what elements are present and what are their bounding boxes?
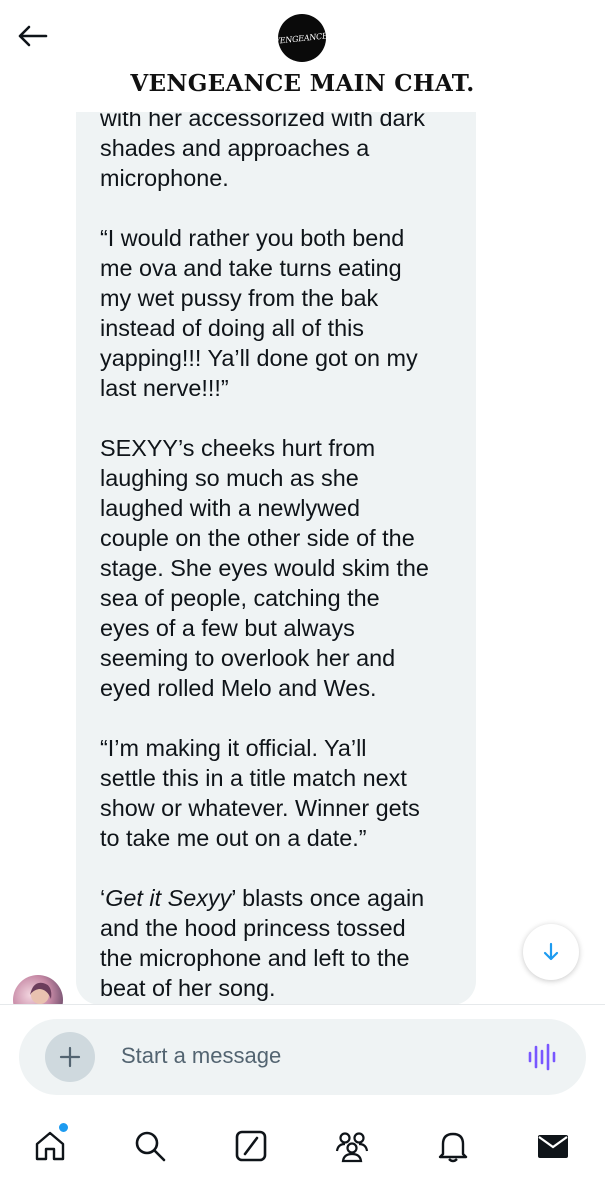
voice-wave-icon (528, 1043, 556, 1071)
tab-messages[interactable] (533, 1126, 573, 1166)
home-notification-dot (58, 1122, 69, 1133)
home-icon (35, 1131, 65, 1161)
bottom-tab-bar (0, 1112, 605, 1200)
message-paragraph: with her accessorized with dark shades a… (100, 105, 426, 191)
message-bubble: with her accessorized with dark shades a… (76, 80, 476, 1005)
grok-icon (235, 1130, 267, 1162)
back-button[interactable] (14, 18, 50, 54)
tab-communities[interactable] (332, 1126, 372, 1166)
scroll-to-bottom-button[interactable] (523, 924, 579, 980)
communities-icon (335, 1132, 369, 1163)
message-paragraph: “I’m making it official. Ya’ll settle th… (100, 735, 420, 851)
message-paragraph: “I would rather you both bend me ova and… (100, 225, 418, 401)
message-input[interactable]: Start a message (121, 1043, 281, 1069)
song-title: Get it Sexyy (105, 885, 232, 911)
message-paragraph: SEXYY’s cheeks hurt from laughing so muc… (100, 435, 429, 701)
group-title[interactable]: VENGEANCE MAIN CHAT. (0, 70, 605, 97)
search-icon (135, 1131, 166, 1162)
message-composer: Start a message (19, 1019, 586, 1095)
composer-divider (0, 1004, 605, 1005)
arrow-down-icon (543, 942, 559, 961)
chat-header: VENGEANCE! VENGEANCE MAIN CHAT. (0, 0, 605, 112)
chat-area: with her accessorized with dark shades a… (0, 0, 605, 1005)
message-paragraph: ‘Get it Sexyy’ blasts once again and the… (100, 885, 425, 1001)
plus-icon (59, 1046, 81, 1068)
messages-icon (538, 1135, 568, 1158)
tab-notifications[interactable] (433, 1126, 473, 1166)
voice-message-button[interactable] (524, 1039, 560, 1075)
message-text: with her accessorized with dark shades a… (100, 103, 458, 1003)
arrow-left-icon (18, 25, 48, 47)
tab-grok[interactable] (231, 1126, 271, 1166)
group-avatar[interactable]: VENGEANCE! (278, 14, 326, 62)
tab-search[interactable] (130, 1126, 170, 1166)
add-media-button[interactable] (45, 1032, 95, 1082)
notifications-icon (438, 1132, 468, 1163)
sender-avatar[interactable] (13, 975, 63, 1005)
